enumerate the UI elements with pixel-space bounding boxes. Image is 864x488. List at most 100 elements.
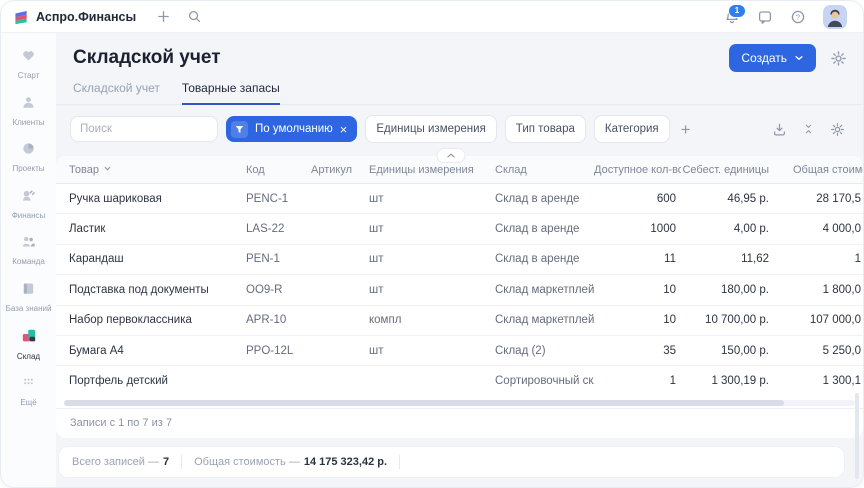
export-download-icon[interactable] <box>772 122 787 137</box>
column-header[interactable]: Общая стоимость <box>771 164 863 176</box>
sidebar-item-label: Склад <box>17 352 40 362</box>
column-header[interactable]: Склад <box>490 164 594 176</box>
vertical-scrollbar[interactable] <box>855 393 859 479</box>
collapse-rows-icon[interactable] <box>802 122 815 136</box>
notification-badge: 1 <box>728 4 746 18</box>
search-input[interactable] <box>70 116 218 142</box>
tab-warehouse-accounting[interactable]: Складской учет <box>73 81 160 105</box>
table-cell: 28 170,5 <box>771 193 863 205</box>
table-cell: шт <box>364 284 490 296</box>
table-row[interactable]: КарандашPEN-1штСклад в аренде1111,621 <box>56 245 863 275</box>
table-row[interactable]: Ручка шариковаяPENC-1штСклад в аренде600… <box>56 184 863 214</box>
sidebar-item-label: Проекты <box>12 164 44 174</box>
table-cell: 600 <box>594 193 681 205</box>
filter-chip[interactable]: Категория <box>594 115 670 143</box>
sidebar-item-team[interactable]: Команда <box>1 228 56 273</box>
collapse-filters-pill[interactable] <box>437 148 466 163</box>
table-body: Ручка шариковаяPENC-1штСклад в аренде600… <box>56 184 863 396</box>
warehouse-icon <box>21 328 37 349</box>
table-cell: 180,00 р. <box>681 284 771 296</box>
column-header[interactable]: Единицы измерения <box>364 164 490 176</box>
table-cell: OO9-R <box>241 284 306 296</box>
table-cell: Набор первоклассника <box>56 314 241 326</box>
app-logo[interactable]: Аспро.Финансы <box>14 9 136 25</box>
table-cell: Склад маркетплейса <box>490 284 594 296</box>
scrollbar-thumb[interactable] <box>64 400 784 406</box>
funnel-icon <box>231 121 248 138</box>
table-row[interactable]: ЛастикLAS-22штСклад в аренде10004,00 р.4… <box>56 214 863 244</box>
column-header[interactable]: Доступное кол-во <box>594 164 681 176</box>
sidebar-item-more[interactable]: Ещё <box>1 369 56 414</box>
filter-chip[interactable]: Единицы измерения <box>365 115 496 143</box>
table-row[interactable]: Подставка под документыOO9-R штСклад марк… <box>56 275 863 305</box>
filter-bar: По умолчанию × Единицы измерения Тип това… <box>56 105 863 152</box>
add-filter-icon[interactable]: + <box>681 121 691 138</box>
column-header[interactable]: Товар <box>56 164 241 176</box>
total-records-label: Всего записей — <box>72 456 159 468</box>
table-settings-gear-icon[interactable] <box>830 122 845 137</box>
sidebar-item-finances[interactable]: Финансы <box>1 182 56 227</box>
table-cell: Склад (2) <box>490 345 594 357</box>
table-cell: APR-10 <box>241 314 306 326</box>
remove-filter-icon[interactable]: × <box>340 123 348 136</box>
column-header[interactable]: Артикул <box>306 164 364 176</box>
active-filter-label: По умолчанию <box>255 123 333 135</box>
sidebar-item-warehouse[interactable]: Склад <box>1 322 56 368</box>
table-cell: 1 300,19 р. <box>681 375 771 387</box>
create-button[interactable]: Создать <box>729 44 816 72</box>
sidebar-item-label: Команда <box>12 257 45 267</box>
total-cost: Общая стоимость — 14 175 323,42 р. <box>194 456 387 468</box>
chat-icon[interactable] <box>757 9 773 25</box>
table-cell: 10 <box>594 284 681 296</box>
table-cell: 11,62 <box>681 253 771 265</box>
column-header[interactable]: Код <box>241 164 306 176</box>
start-icon <box>21 48 36 68</box>
inventory-table: ТоварКодАртикулЕдиницы измеренияСкладДос… <box>56 156 863 438</box>
table-cell: 1 <box>594 375 681 387</box>
tab-goods-stock[interactable]: Товарные запасы <box>182 81 280 105</box>
table-row[interactable]: Набор первоклассникаAPR-10комплСклад мар… <box>56 306 863 336</box>
sidebar-item-start[interactable]: Старт <box>1 42 56 87</box>
chevron-down-icon <box>794 53 804 63</box>
add-icon[interactable] <box>156 9 171 24</box>
sidebar-item-knowledge-base[interactable]: База знаний <box>1 275 56 320</box>
table-cell: 10 <box>594 314 681 326</box>
table-cell: Подставка под документы <box>56 284 241 296</box>
sort-chevron-icon <box>103 164 112 176</box>
filter-chips: Единицы измерения Тип товара Категория <box>365 115 669 143</box>
table-cell: Портфель детский <box>56 375 241 387</box>
table-cell: Склад в аренде <box>490 253 594 265</box>
table-cell: PPO-12L <box>241 345 306 357</box>
page-title: Складской учет <box>73 47 221 69</box>
user-avatar[interactable] <box>823 5 847 29</box>
more-icon <box>21 375 36 395</box>
column-header[interactable]: Себест. единицы <box>681 164 771 176</box>
table-cell: Склад в аренде <box>490 223 594 235</box>
sidebar-item-clients[interactable]: Клиенты <box>1 89 56 134</box>
projects-icon <box>21 141 36 161</box>
table-cell: 11 <box>594 253 681 265</box>
tab-bar: Складской учет Товарные запасы <box>56 72 863 105</box>
topbar-actions: 1 ? <box>724 5 847 29</box>
active-filter-chip[interactable]: По умолчанию × <box>226 116 357 142</box>
brand-flag-icon <box>14 9 29 25</box>
divider <box>399 455 400 469</box>
table-cell: Карандаш <box>56 253 241 265</box>
table-cell: PEN-1 <box>241 253 306 265</box>
filter-chip[interactable]: Тип товара <box>505 115 586 143</box>
total-cost-label: Общая стоимость — <box>194 456 300 468</box>
main-area: Складской учет Создать Складской учет Тов… <box>56 33 863 487</box>
notifications-bell-icon[interactable]: 1 <box>724 9 740 25</box>
sidebar: СтартКлиенты Проекты Финансы Команда База зн… <box>1 33 56 487</box>
knowledge-base-icon <box>21 281 36 301</box>
table-row[interactable]: Бумага А4PPO-12LштСклад (2)35150,00 р.5 … <box>56 336 863 366</box>
table-cell: 4,00 р. <box>681 223 771 235</box>
table-row[interactable]: Портфель детскийСортировочный склад11 30… <box>56 366 863 395</box>
search-icon[interactable] <box>187 9 202 24</box>
help-icon[interactable]: ? <box>790 9 806 25</box>
svg-text:?: ? <box>796 12 800 21</box>
records-range-text: Записи с 1 по 7 из 7 <box>56 408 863 438</box>
page-settings-gear-icon[interactable] <box>830 50 847 67</box>
table-cell: 5 250,0 <box>771 345 863 357</box>
sidebar-item-projects[interactable]: Проекты <box>1 135 56 180</box>
